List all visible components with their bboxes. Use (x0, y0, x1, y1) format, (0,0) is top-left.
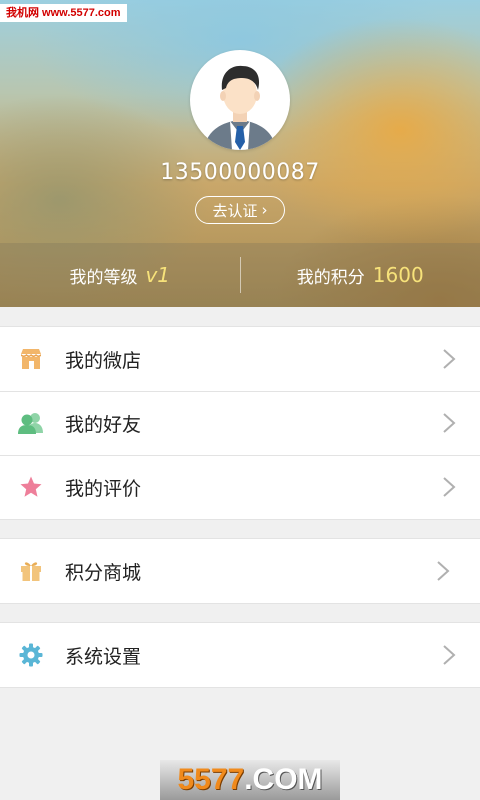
menu-item-my-store[interactable]: 我的微店 (0, 327, 480, 391)
watermark-bottom: 5577 .COM (160, 760, 340, 800)
phone-number: 13500000087 (160, 160, 320, 185)
store-icon (18, 346, 44, 372)
menu-item-label: 积分商城 (65, 561, 142, 584)
level-stat[interactable]: 我的等级 v1 (0, 243, 240, 307)
menu-item-label: 我的好友 (65, 413, 142, 436)
menu-item-label: 我的评价 (65, 477, 142, 500)
menu-group-mall: 积分商城 (0, 538, 480, 604)
chevron-right-icon (437, 561, 450, 581)
chevron-right-icon (443, 413, 456, 433)
gear-icon (18, 642, 44, 668)
profile-header: 我机网 www.5577.com 13500000087 去认证 › 我的等级 (0, 0, 480, 307)
watermark-top: 我机网 www.5577.com (0, 4, 127, 22)
chevron-right-icon (443, 349, 456, 369)
menu-item-points-mall[interactable]: 积分商城 (0, 539, 480, 603)
menu-item-my-friends[interactable]: 我的好友 (0, 391, 480, 455)
menu-item-my-reviews[interactable]: 我的评价 (0, 455, 480, 519)
chevron-right-icon (443, 645, 456, 665)
level-label: 我的等级 (69, 267, 138, 288)
menu-item-label: 系统设置 (65, 645, 142, 668)
watermark-number: 5577 (177, 763, 245, 796)
stats-bar: 我的等级 v1 我的积分 1600 (0, 243, 480, 307)
points-stat[interactable]: 我的积分 1600 (241, 243, 480, 307)
avatar[interactable] (190, 50, 290, 150)
menu-group-personal: 我的微店 我的好友 我的评价 (0, 326, 480, 520)
level-value: v1 (145, 263, 171, 287)
gift-icon (18, 558, 44, 584)
verify-button[interactable]: 去认证 › (195, 196, 285, 224)
menu-item-label: 我的微店 (65, 349, 142, 372)
chevron-right-icon: › (261, 201, 268, 219)
verify-label: 去认证 (212, 201, 258, 220)
watermark-domain: .COM (244, 763, 323, 796)
friends-icon (18, 410, 44, 436)
user-avatar-icon (204, 65, 276, 150)
star-icon (18, 474, 44, 500)
points-value: 1600 (372, 263, 424, 287)
menu-item-system-settings[interactable]: 系统设置 (0, 623, 480, 687)
menu-group-settings: 系统设置 (0, 622, 480, 688)
points-label: 我的积分 (296, 267, 365, 288)
chevron-right-icon (443, 477, 456, 497)
